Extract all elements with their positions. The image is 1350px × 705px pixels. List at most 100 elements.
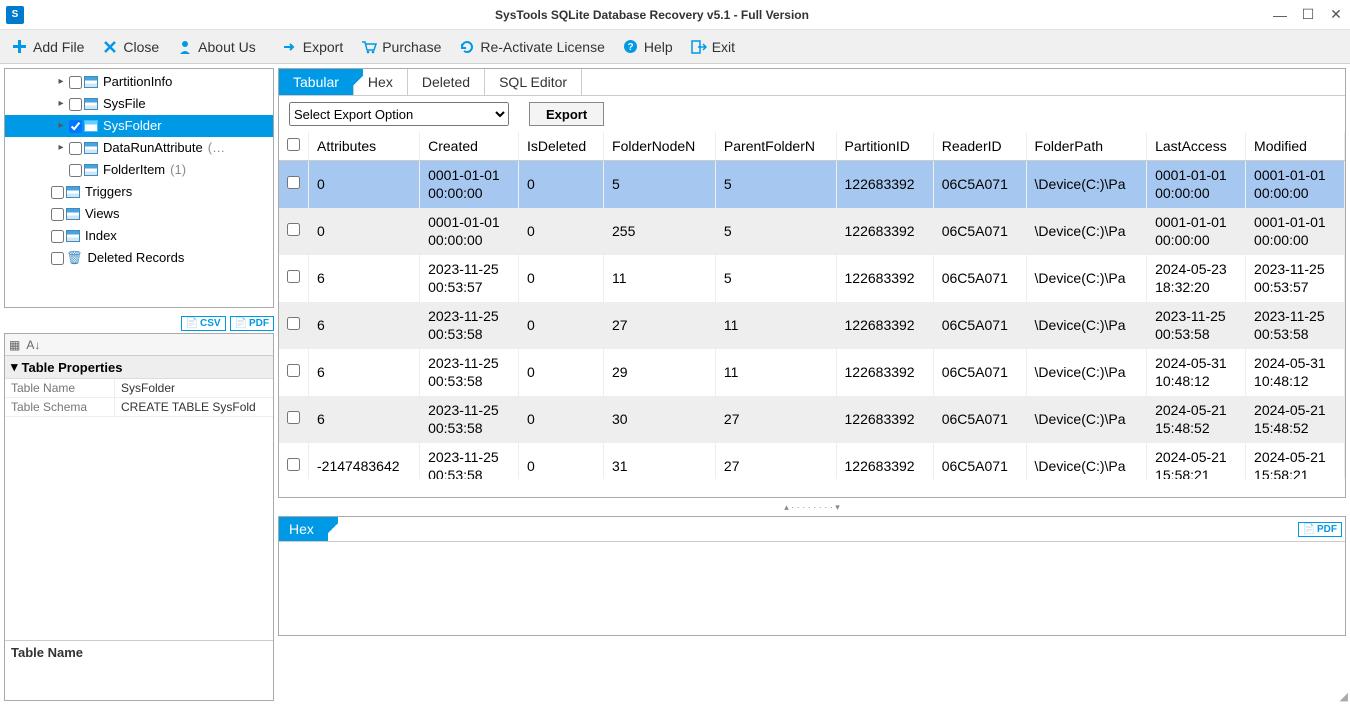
property-grid: ▦ A↓ ▾ Table Properties Table NameSysFol…: [4, 333, 274, 701]
about-button[interactable]: About Us: [177, 39, 256, 55]
tree-checkbox[interactable]: [69, 98, 82, 111]
caret-icon[interactable]: ▸: [55, 71, 67, 93]
row-checkbox[interactable]: [279, 302, 309, 349]
tree-checkbox[interactable]: [69, 120, 82, 133]
property-category[interactable]: ▾ Table Properties: [5, 356, 273, 379]
svg-text:?: ?: [628, 42, 634, 53]
tree-view[interactable]: ▸ PartitionInfo ▸ SysFile ▸ SysFolder ▸ …: [4, 68, 274, 308]
table-row[interactable]: 62023-11-2500:53:580271112268339206C5A07…: [279, 302, 1345, 349]
table-icon: [84, 98, 98, 110]
reactivate-label: Re-Activate License: [480, 39, 605, 55]
resize-grip-icon[interactable]: ◢: [1340, 690, 1348, 703]
export-action-button[interactable]: Export: [529, 102, 604, 126]
column-header[interactable]: FolderNodeN: [604, 132, 716, 161]
row-checkbox[interactable]: [279, 396, 309, 443]
row-checkbox[interactable]: [279, 208, 309, 255]
table-row[interactable]: 62023-11-2500:53:580302712268339206C5A07…: [279, 396, 1345, 443]
grid-h-scrollbar[interactable]: [279, 479, 1345, 497]
csv-icon: 📄: [186, 318, 198, 329]
purchase-button[interactable]: Purchase: [361, 39, 441, 55]
close-window-button[interactable]: ✕: [1328, 7, 1344, 23]
property-row[interactable]: Table SchemaCREATE TABLE SysFold: [5, 398, 273, 417]
export-csv-button[interactable]: 📄CSV: [181, 316, 226, 331]
property-value: CREATE TABLE SysFold: [115, 398, 273, 416]
cell: 0: [519, 255, 604, 302]
cell: 122683392: [836, 302, 933, 349]
maximize-button[interactable]: ☐: [1300, 7, 1316, 23]
column-header[interactable]: Attributes: [309, 132, 420, 161]
pdf-icon: 📄: [235, 318, 247, 329]
tree-item[interactable]: Triggers: [5, 181, 273, 203]
column-header[interactable]: ReaderID: [933, 132, 1026, 161]
row-checkbox[interactable]: [279, 255, 309, 302]
tree-item[interactable]: ▸ SysFolder: [5, 115, 273, 137]
hex-tab[interactable]: Hex: [279, 517, 328, 541]
tree-checkbox[interactable]: [51, 252, 64, 265]
tree-item[interactable]: 🗑 Deleted Records: [5, 247, 273, 269]
row-checkbox[interactable]: [279, 161, 309, 209]
caret-icon[interactable]: ▸: [55, 93, 67, 115]
caret-icon[interactable]: ▸: [55, 137, 67, 159]
tree-item[interactable]: ▸ SysFile: [5, 93, 273, 115]
select-all-checkbox[interactable]: [279, 132, 309, 161]
row-checkbox[interactable]: [279, 443, 309, 479]
cell: 2024-05-3110:48:12: [1246, 349, 1345, 396]
column-header[interactable]: PartitionID: [836, 132, 933, 161]
add-file-button[interactable]: Add File: [12, 39, 84, 55]
tree-item[interactable]: ▸ DataRunAttribute (…: [5, 137, 273, 159]
column-header[interactable]: Modified: [1246, 132, 1345, 161]
cell: 11: [715, 302, 836, 349]
tree-item[interactable]: Views: [5, 203, 273, 225]
cell: 2024-05-2115:48:52: [1147, 396, 1246, 443]
cart-icon: [361, 39, 377, 55]
tree-checkbox[interactable]: [69, 164, 82, 177]
column-header[interactable]: Created: [420, 132, 519, 161]
hex-pdf-button[interactable]: 📄PDF: [1298, 522, 1342, 537]
minimize-button[interactable]: —: [1272, 7, 1288, 23]
table-row[interactable]: -21474836422023-11-2500:53:5803127122683…: [279, 443, 1345, 479]
sort-icon[interactable]: A↓: [26, 338, 40, 352]
pdf-label: PDF: [249, 318, 269, 329]
exit-icon: [691, 39, 707, 55]
tree-item[interactable]: Index: [5, 225, 273, 247]
tab-hex[interactable]: Hex: [354, 69, 408, 95]
table-row[interactable]: 00001-01-0100:00:0005512268339206C5A071\…: [279, 161, 1345, 209]
tree-checkbox[interactable]: [69, 142, 82, 155]
table-row[interactable]: 00001-01-0100:00:000255512268339206C5A07…: [279, 208, 1345, 255]
tree-item[interactable]: FolderItem (1): [5, 159, 273, 181]
column-header[interactable]: ParentFolderN: [715, 132, 836, 161]
row-checkbox[interactable]: [279, 349, 309, 396]
tree-checkbox[interactable]: [51, 186, 64, 199]
tree-checkbox[interactable]: [69, 76, 82, 89]
exit-button[interactable]: Exit: [691, 39, 735, 55]
close-button[interactable]: Close: [102, 39, 159, 55]
column-header[interactable]: LastAccess: [1147, 132, 1246, 161]
tab-sql-editor[interactable]: SQL Editor: [485, 69, 582, 95]
column-header[interactable]: FolderPath: [1026, 132, 1147, 161]
tree-item[interactable]: ▸ PartitionInfo: [5, 71, 273, 93]
tree-checkbox[interactable]: [51, 208, 64, 221]
add-file-label: Add File: [33, 39, 84, 55]
property-description: Table Name: [5, 640, 273, 700]
reactivate-button[interactable]: Re-Activate License: [459, 39, 605, 55]
vertical-splitter[interactable]: ▴ · · · · · · · · ▾: [278, 504, 1346, 510]
export-button[interactable]: Export: [282, 39, 343, 55]
data-grid[interactable]: AttributesCreatedIsDeletedFolderNodeNPar…: [279, 132, 1345, 479]
cell: 122683392: [836, 161, 933, 209]
caret-icon[interactable]: ▸: [55, 115, 67, 137]
table-row[interactable]: 62023-11-2500:53:57011512268339206C5A071…: [279, 255, 1345, 302]
export-option-select[interactable]: Select Export Option: [289, 102, 509, 126]
cell: 2024-05-2115:48:52: [1246, 396, 1345, 443]
categorize-icon[interactable]: ▦: [9, 338, 20, 352]
tab-deleted[interactable]: Deleted: [408, 69, 485, 95]
column-header[interactable]: IsDeleted: [519, 132, 604, 161]
tree-h-scrollbar[interactable]: [5, 291, 273, 307]
tree-checkbox[interactable]: [51, 230, 64, 243]
property-row[interactable]: Table NameSysFolder: [5, 379, 273, 398]
purchase-label: Purchase: [382, 39, 441, 55]
tab-tabular[interactable]: Tabular: [279, 69, 354, 95]
export-pdf-button[interactable]: 📄PDF: [230, 316, 274, 331]
help-button[interactable]: ? Help: [623, 39, 673, 55]
right-panel: TabularHexDeletedSQL Editor Select Expor…: [278, 68, 1346, 701]
table-row[interactable]: 62023-11-2500:53:580291112268339206C5A07…: [279, 349, 1345, 396]
